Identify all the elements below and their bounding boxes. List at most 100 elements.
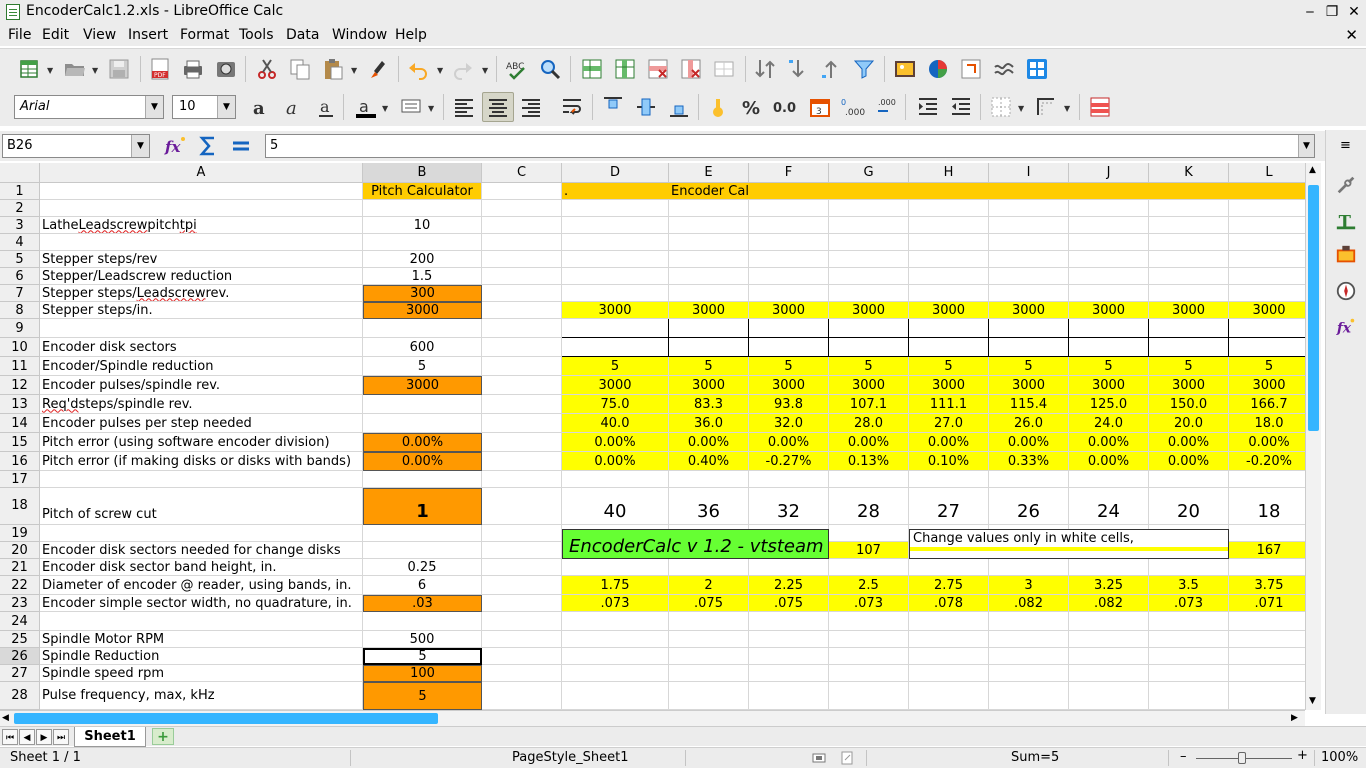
cell-b7[interactable]: 300 bbox=[363, 285, 482, 302]
cell-g14[interactable]: 28.0 bbox=[829, 414, 909, 433]
cell-j5[interactable] bbox=[1069, 251, 1149, 268]
navigator-icon[interactable] bbox=[1335, 280, 1357, 302]
cell-i28[interactable] bbox=[989, 682, 1069, 710]
cell-g26[interactable] bbox=[829, 648, 909, 665]
cell-l27[interactable] bbox=[1229, 665, 1305, 682]
cell-e13[interactable]: 83.3 bbox=[669, 395, 749, 414]
row-header-21[interactable]: 21 bbox=[0, 559, 40, 576]
cell-c4[interactable] bbox=[482, 234, 562, 251]
cell-j3[interactable] bbox=[1069, 217, 1149, 234]
cell-d25[interactable] bbox=[562, 631, 669, 648]
cell-h15[interactable]: 0.00% bbox=[909, 433, 989, 452]
cell-a15[interactable]: Pitch error (using software encoder divi… bbox=[40, 433, 363, 452]
instruction-note[interactable]: Change values only in white cells, bbox=[909, 529, 1229, 559]
zoom-level[interactable]: 100% bbox=[1321, 750, 1358, 765]
cell-c23[interactable] bbox=[482, 595, 562, 612]
cell-c13[interactable] bbox=[482, 395, 562, 414]
cell-k14[interactable]: 20.0 bbox=[1149, 414, 1229, 433]
document-modified-icon[interactable] bbox=[840, 751, 854, 765]
cell-b8[interactable]: 3000 bbox=[363, 302, 482, 319]
cell-d26[interactable] bbox=[562, 648, 669, 665]
cell-k28[interactable] bbox=[1149, 682, 1229, 710]
cell-e18[interactable]: 36 bbox=[669, 488, 749, 525]
properties-icon[interactable] bbox=[1335, 174, 1357, 196]
cell-h28[interactable] bbox=[909, 682, 989, 710]
column-header-c[interactable]: C bbox=[482, 163, 562, 183]
font-name-combo[interactable]: Arial ▼ bbox=[14, 95, 164, 119]
align-middle-icon[interactable] bbox=[634, 95, 658, 119]
cell-g7[interactable] bbox=[829, 285, 909, 302]
vertical-scrollbar[interactable]: ▲ ▼ bbox=[1305, 163, 1321, 710]
menu-edit[interactable]: Edit bbox=[42, 27, 69, 43]
formula-input[interactable]: 5 ▼ bbox=[265, 134, 1315, 158]
cell-g17[interactable] bbox=[829, 471, 909, 488]
cell-h25[interactable] bbox=[909, 631, 989, 648]
cell-j6[interactable] bbox=[1069, 268, 1149, 285]
cell-f23[interactable]: .075 bbox=[749, 595, 829, 612]
cell-l25[interactable] bbox=[1229, 631, 1305, 648]
cell-i23[interactable]: .082 bbox=[989, 595, 1069, 612]
cell-e21[interactable] bbox=[669, 559, 749, 576]
cell-k6[interactable] bbox=[1149, 268, 1229, 285]
cell-i17[interactable] bbox=[989, 471, 1069, 488]
cell-a2[interactable] bbox=[40, 200, 363, 217]
cell-i12[interactable]: 3000 bbox=[989, 376, 1069, 395]
cell-c24[interactable] bbox=[482, 612, 562, 631]
cell-g22[interactable]: 2.5 bbox=[829, 576, 909, 595]
column-header-f[interactable]: F bbox=[749, 163, 829, 183]
underline-icon[interactable]: a bbox=[314, 95, 338, 119]
row-header-5[interactable]: 5 bbox=[0, 251, 40, 268]
cell-e25[interactable] bbox=[669, 631, 749, 648]
menu-insert[interactable]: Insert bbox=[128, 27, 168, 43]
cell-g6[interactable] bbox=[829, 268, 909, 285]
version-banner[interactable]: EncoderCalc v 1.2 - vtsteam bbox=[562, 529, 829, 559]
insert-chart-icon[interactable] bbox=[926, 57, 950, 81]
clone-formatting-icon[interactable] bbox=[368, 57, 392, 81]
copy-icon[interactable] bbox=[288, 57, 312, 81]
cell-i15[interactable]: 0.00% bbox=[989, 433, 1069, 452]
cell-k27[interactable] bbox=[1149, 665, 1229, 682]
cell-j12[interactable]: 3000 bbox=[1069, 376, 1149, 395]
cell-g12[interactable]: 3000 bbox=[829, 376, 909, 395]
row-header-8[interactable]: 8 bbox=[0, 302, 40, 319]
cell-i11[interactable]: 5 bbox=[989, 357, 1069, 376]
name-box-dropdown-icon[interactable]: ▼ bbox=[131, 135, 149, 157]
bold-icon[interactable]: a bbox=[248, 95, 272, 119]
cell-b21[interactable]: 0.25 bbox=[363, 559, 482, 576]
row-header-18[interactable]: 18 bbox=[0, 488, 40, 525]
new-document-icon[interactable] bbox=[18, 57, 42, 81]
cell-i9[interactable] bbox=[989, 319, 1069, 338]
cell-e17[interactable] bbox=[669, 471, 749, 488]
cell-a20[interactable]: Encoder disk sectors needed for change d… bbox=[40, 542, 363, 559]
cell-c14[interactable] bbox=[482, 414, 562, 433]
cell-l14[interactable]: 18.0 bbox=[1229, 414, 1305, 433]
next-sheet-icon[interactable]: ▶ bbox=[36, 729, 52, 745]
cell-c19[interactable] bbox=[482, 525, 562, 542]
styles-icon[interactable]: T bbox=[1335, 210, 1357, 232]
cell-f14[interactable]: 32.0 bbox=[749, 414, 829, 433]
cell-e11[interactable]: 5 bbox=[669, 357, 749, 376]
cell-b12[interactable]: 3000 bbox=[363, 376, 482, 395]
cell-a24[interactable] bbox=[40, 612, 363, 631]
cell-g3[interactable] bbox=[829, 217, 909, 234]
cell-l12[interactable]: 3000 bbox=[1229, 376, 1305, 395]
cell-h24[interactable] bbox=[909, 612, 989, 631]
cell-d6[interactable] bbox=[562, 268, 669, 285]
cell-j15[interactable]: 0.00% bbox=[1069, 433, 1149, 452]
find-replace-icon[interactable] bbox=[538, 57, 562, 81]
cell-g21[interactable] bbox=[829, 559, 909, 576]
cell-j14[interactable]: 24.0 bbox=[1069, 414, 1149, 433]
scroll-left-icon[interactable]: ◀ bbox=[2, 713, 9, 723]
cell-e4[interactable] bbox=[669, 234, 749, 251]
cell-h6[interactable] bbox=[909, 268, 989, 285]
horizontal-scroll-thumb[interactable] bbox=[14, 713, 438, 724]
menu-tools[interactable]: Tools bbox=[239, 27, 274, 43]
paste-dropdown-icon[interactable]: ▼ bbox=[351, 66, 357, 75]
cell-d21[interactable] bbox=[562, 559, 669, 576]
autofilter-icon[interactable] bbox=[852, 57, 876, 81]
cell-d27[interactable] bbox=[562, 665, 669, 682]
cell-i26[interactable] bbox=[989, 648, 1069, 665]
redo-dropdown-icon[interactable]: ▼ bbox=[482, 66, 488, 75]
cell-b19[interactable] bbox=[363, 525, 482, 542]
background-color-dropdown-icon[interactable]: ▼ bbox=[428, 104, 434, 113]
